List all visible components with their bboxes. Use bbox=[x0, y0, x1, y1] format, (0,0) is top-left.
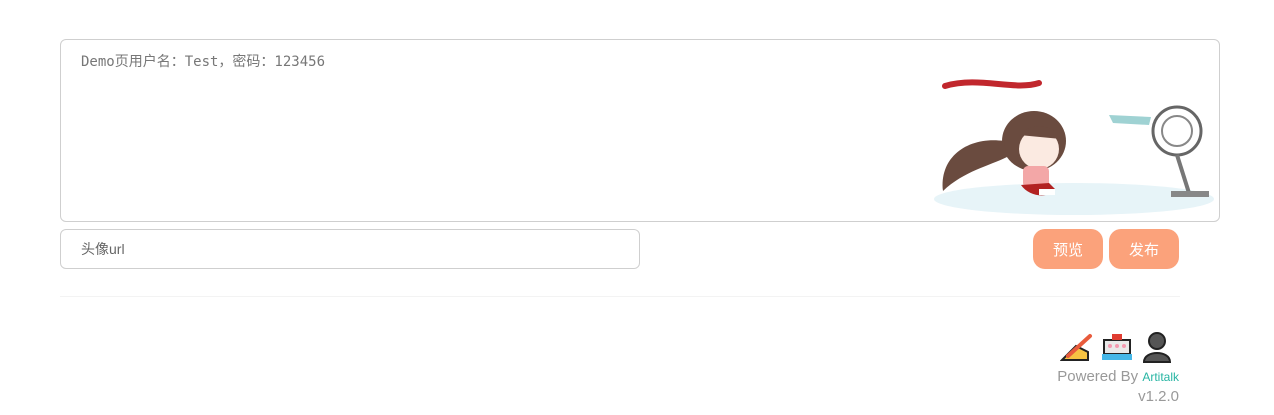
artitalk-link[interactable]: Artitalk bbox=[1142, 370, 1179, 384]
version-label: v1.2.0 bbox=[1138, 388, 1179, 405]
divider bbox=[60, 296, 1180, 297]
publish-button[interactable]: 发布 bbox=[1109, 229, 1179, 269]
footer-icons bbox=[1060, 330, 1174, 364]
anime-girl-fan-illustration bbox=[934, 79, 1214, 215]
ship-icon bbox=[1102, 334, 1132, 360]
preview-button[interactable]: 预览 bbox=[1033, 229, 1103, 269]
powered-by: Powered By Artitalk bbox=[1057, 368, 1179, 385]
avatar-url-input[interactable] bbox=[60, 229, 640, 269]
comment-editor[interactable]: Demo页用户名：Test，密码：123456 bbox=[60, 39, 1220, 222]
write-icon bbox=[1060, 334, 1092, 361]
editor-text[interactable]: Demo页用户名：Test，密码：123456 bbox=[81, 51, 325, 71]
powered-by-label: Powered By bbox=[1057, 368, 1139, 385]
user-icon bbox=[1142, 332, 1172, 363]
